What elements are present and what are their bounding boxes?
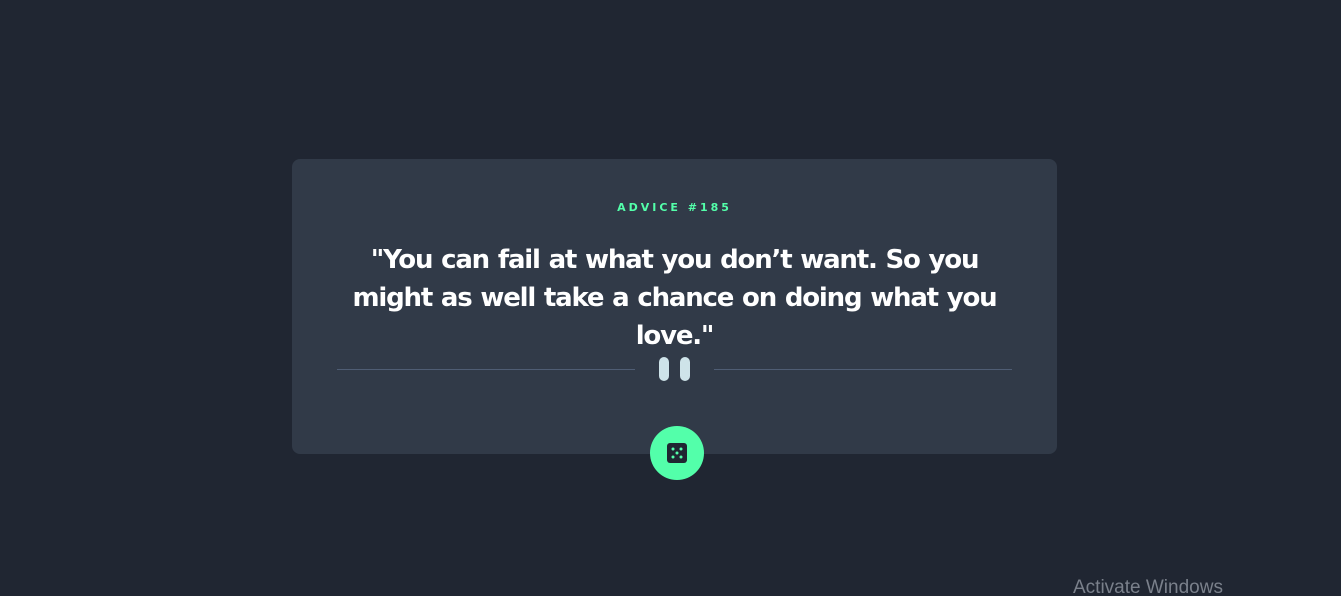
activate-windows-watermark: Activate Windows xyxy=(1073,577,1223,596)
pause-bar-left xyxy=(659,357,669,381)
pause-bar-right xyxy=(680,357,690,381)
new-advice-button[interactable] xyxy=(650,426,704,480)
pattern-divider xyxy=(337,356,1012,384)
divider-line-left xyxy=(337,369,635,370)
pause-icon xyxy=(658,356,692,382)
advice-quote: "You can fail at what you don’t want. So… xyxy=(352,245,998,351)
divider-line-right xyxy=(714,369,1012,370)
advice-id-label: ADVICE #185 xyxy=(617,201,732,214)
advice-card: ADVICE #185 "You can fail at what you do… xyxy=(292,159,1057,454)
page: ADVICE #185 "You can fail at what you do… xyxy=(0,0,1341,596)
dice-icon xyxy=(667,443,687,463)
